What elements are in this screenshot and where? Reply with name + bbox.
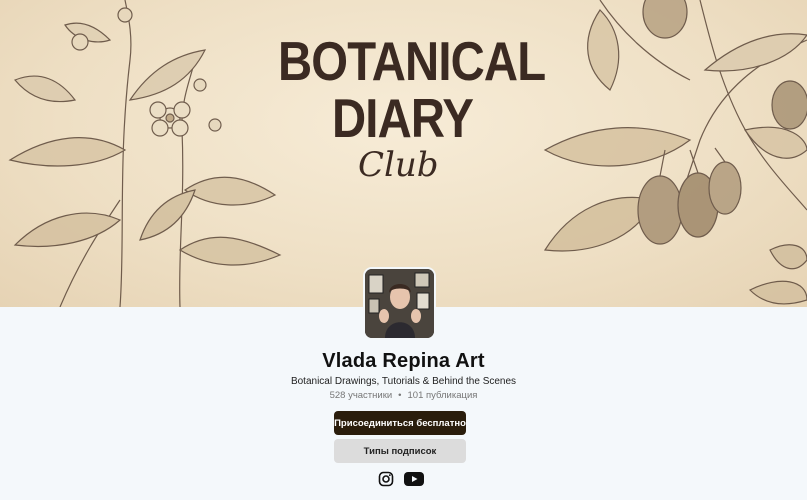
social-links xyxy=(378,471,424,487)
join-free-button[interactable]: Присоединиться бесплатно xyxy=(334,411,466,435)
avatar-photo xyxy=(365,269,434,338)
avatar[interactable] xyxy=(363,267,436,340)
stats-separator: • xyxy=(398,390,402,401)
members-count: 528 участники xyxy=(329,390,393,401)
posts-count: 101 публикация xyxy=(407,390,478,401)
banner-title-line1: BOTANICAL xyxy=(278,30,546,92)
banner-title-line2: DIARY xyxy=(332,87,474,149)
subscription-tiers-button[interactable]: Типы подписок xyxy=(334,439,466,463)
banner-title: BOTANICAL DIARY Club xyxy=(278,30,546,185)
profile-name: Vlada Repina Art xyxy=(322,350,485,372)
youtube-icon[interactable] xyxy=(404,472,424,486)
cover-banner: BOTANICAL DIARY Club xyxy=(0,0,807,307)
profile-stats: 528 участники • 101 публикация xyxy=(0,390,807,401)
profile-tagline: Botanical Drawings, Tutorials & Behind t… xyxy=(290,376,517,387)
instagram-icon[interactable] xyxy=(378,471,394,487)
banner-title-line3: Club xyxy=(358,145,439,185)
